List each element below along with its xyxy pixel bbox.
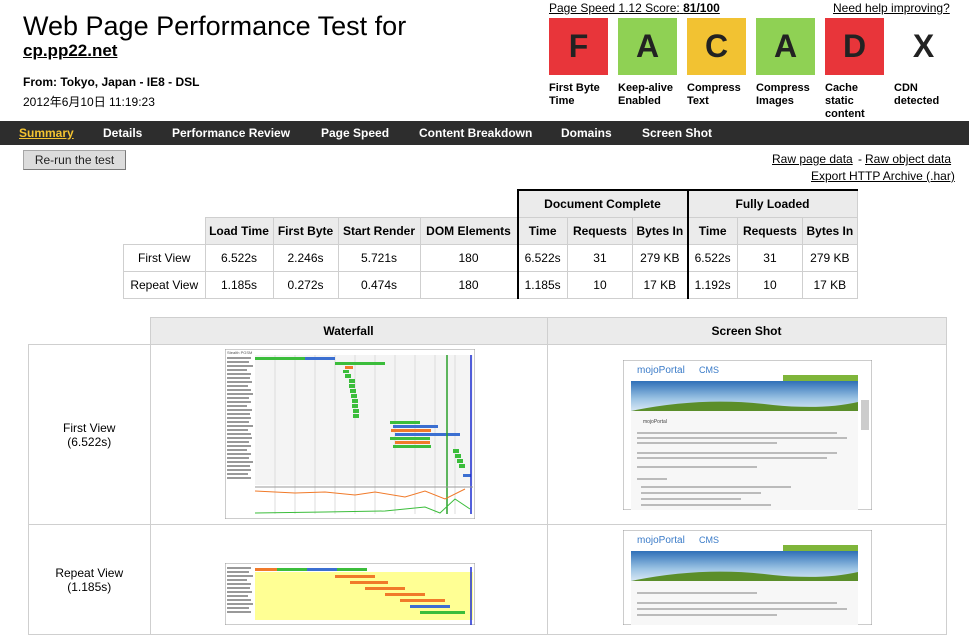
nav-page-speed[interactable]: Page Speed bbox=[321, 121, 389, 145]
cell: 6.522s bbox=[686, 243, 738, 272]
cell: 180 bbox=[419, 243, 518, 272]
grade-label-compress-images: Compress Images bbox=[756, 82, 810, 107]
col-waterfall: Waterfall bbox=[149, 317, 548, 345]
col-doc-requests: Requests bbox=[566, 216, 634, 245]
grade-label-cdn: CDN detected bbox=[894, 82, 940, 107]
grade-cache-static[interactable]: D bbox=[825, 18, 884, 75]
cell: 1.192s bbox=[686, 270, 738, 299]
group-document-complete: Document Complete bbox=[516, 189, 688, 218]
nav-details[interactable]: Details bbox=[103, 121, 142, 145]
row-label: Repeat View bbox=[123, 270, 206, 299]
cell: 180 bbox=[419, 270, 518, 299]
grade-first-byte[interactable]: F bbox=[549, 18, 608, 75]
first-view-screenshot-thumbnail[interactable]: mojoPortal CMS mojoPortal bbox=[623, 360, 872, 510]
cms-suffix: CMS bbox=[699, 365, 719, 375]
cell: 0.474s bbox=[337, 270, 421, 299]
main-nav: Summary Details Performance Review Page … bbox=[0, 121, 969, 145]
test-date: 2012年6月10日 11:19:23 bbox=[23, 95, 155, 109]
nav-domains[interactable]: Domains bbox=[561, 121, 612, 145]
nav-summary[interactable]: Summary bbox=[19, 121, 74, 145]
results-table: Document Complete Fully Loaded Load Time… bbox=[123, 189, 858, 299]
group-fully-loaded: Fully Loaded bbox=[686, 189, 858, 218]
cell: 10 bbox=[566, 270, 634, 299]
grade-label-cache-static: Cache static content bbox=[825, 82, 865, 120]
cell: 17 KB bbox=[632, 270, 688, 299]
raw-page-data-link[interactable]: Raw page data bbox=[772, 152, 853, 166]
col-screen-shot: Screen Shot bbox=[546, 317, 947, 345]
col-full-requests: Requests bbox=[736, 216, 804, 245]
grade-label-keep-alive: Keep-alive Enabled bbox=[618, 82, 674, 107]
cell: 279 KB bbox=[802, 243, 858, 272]
cell: 5.721s bbox=[337, 243, 421, 272]
link-separator: - bbox=[858, 152, 862, 166]
col-start-render: Start Render bbox=[337, 216, 421, 245]
first-view-label: First View (6.522s) bbox=[28, 344, 151, 525]
cell: 17 KB bbox=[802, 270, 858, 299]
cell: 279 KB bbox=[632, 243, 688, 272]
help-improving-link[interactable]: Need help improving? bbox=[833, 1, 950, 15]
col-load-time: Load Time bbox=[204, 216, 274, 245]
first-view-waterfall-thumbnail[interactable]: Stealth PGSM bbox=[225, 349, 475, 519]
test-location: From: Tokyo, Japan - IE8 - DSL bbox=[23, 75, 200, 89]
col-full-bytes: Bytes In bbox=[802, 216, 858, 245]
page-speed-score-link[interactable]: Page Speed 1.12 Score: 81/100 bbox=[549, 1, 720, 15]
repeat-view-label: Repeat View (1.185s) bbox=[28, 524, 151, 635]
cell: 31 bbox=[736, 243, 804, 272]
grade-keep-alive[interactable]: A bbox=[618, 18, 677, 75]
col-dom-elements: DOM Elements bbox=[419, 216, 518, 245]
cell: 10 bbox=[736, 270, 804, 299]
col-first-byte: First Byte bbox=[272, 216, 339, 245]
grade-label-first-byte: First Byte Time bbox=[549, 82, 600, 107]
cell: 6.522s bbox=[516, 243, 568, 272]
grade-compress-images[interactable]: A bbox=[756, 18, 815, 75]
thumb-header: Stealth PGSM bbox=[227, 350, 252, 355]
export-har-link[interactable]: Export HTTP Archive (.har) bbox=[811, 169, 955, 183]
cell: 6.522s bbox=[204, 243, 274, 272]
page-speed-score: 81/100 bbox=[683, 1, 720, 15]
cms-suffix: CMS bbox=[699, 535, 719, 545]
cell: 0.272s bbox=[272, 270, 339, 299]
grade-label-compress-text: Compress Text bbox=[687, 82, 741, 107]
grade-compress-text[interactable]: C bbox=[687, 18, 746, 75]
cell: 1.185s bbox=[204, 270, 274, 299]
row-label: First View bbox=[123, 243, 206, 272]
raw-object-data-link[interactable]: Raw object data bbox=[865, 152, 951, 166]
col-doc-bytes: Bytes In bbox=[632, 216, 688, 245]
table-row: Repeat View 1.185s 0.272s 0.474s 180 1.1… bbox=[123, 270, 858, 299]
nav-screen-shot[interactable]: Screen Shot bbox=[642, 121, 712, 145]
cell: 2.246s bbox=[272, 243, 339, 272]
page-title: Web Page Performance Test for bbox=[23, 11, 407, 41]
col-doc-time: Time bbox=[516, 216, 568, 245]
table-row: First View 6.522s 2.246s 5.721s 180 6.52… bbox=[123, 243, 858, 272]
repeat-view-screenshot-thumbnail[interactable]: mojoPortal CMS bbox=[623, 530, 872, 625]
cell: 31 bbox=[566, 243, 634, 272]
cms-heading: mojoPortal bbox=[643, 419, 667, 425]
nav-content-breakdown[interactable]: Content Breakdown bbox=[419, 121, 532, 145]
nav-performance-review[interactable]: Performance Review bbox=[172, 121, 290, 145]
cell: 1.185s bbox=[516, 270, 568, 299]
grade-cdn[interactable]: X bbox=[894, 18, 953, 75]
cms-brand: mojoPortal bbox=[637, 365, 685, 376]
repeat-view-waterfall-thumbnail[interactable] bbox=[225, 563, 475, 625]
cms-brand: mojoPortal bbox=[637, 535, 685, 546]
rerun-test-button[interactable]: Re-run the test bbox=[23, 150, 126, 170]
page-speed-label: Page Speed 1.12 Score: bbox=[549, 1, 680, 15]
tested-site-link[interactable]: cp.pp22.net bbox=[23, 41, 117, 61]
col-full-time: Time bbox=[686, 216, 738, 245]
